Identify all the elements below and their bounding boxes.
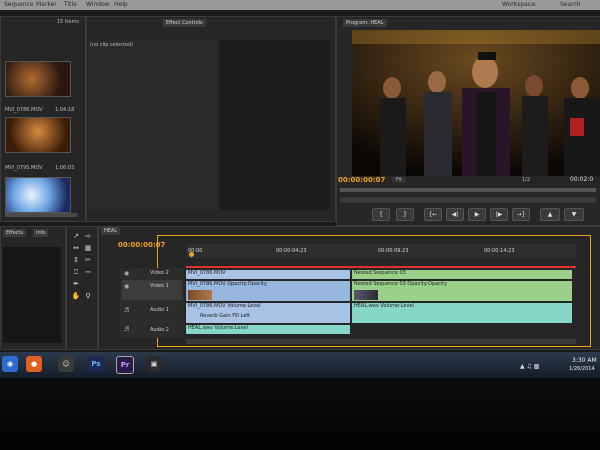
hand-tool-icon[interactable]: ✋ xyxy=(71,291,81,301)
tab-effects[interactable]: Effects xyxy=(3,229,26,237)
program-zoom-bar[interactable] xyxy=(340,197,596,203)
video-frame-image xyxy=(352,30,600,176)
track-label-video-2: Video 2 xyxy=(150,270,169,276)
track-label-audio-2: Audio 2 xyxy=(150,327,169,333)
ruler-tick: 00:00:04:23 xyxy=(276,248,307,254)
ripple-edit-tool-icon[interactable]: ↔ xyxy=(71,243,81,253)
playhead-marker[interactable] xyxy=(189,252,194,257)
play-button[interactable]: ▶ xyxy=(468,208,486,221)
clip-duration: 1:04:18 xyxy=(55,107,75,113)
eye-icon[interactable]: ◉ xyxy=(124,283,129,290)
tools-panel: ↗ ⇨ ↔ ▦ ↕ ✂ ⎕ ⎓ ✒ ✋ ⚲ xyxy=(66,226,98,350)
nested-sequence-clip-v2[interactable]: Nested Sequence 03 xyxy=(352,270,572,279)
effect-controls-timeline xyxy=(220,40,330,210)
start-button[interactable]: ◉ xyxy=(2,356,18,372)
resolution-dropdown[interactable]: 1/2 xyxy=(522,177,530,183)
rolling-edit-tool-icon[interactable]: ▦ xyxy=(83,243,93,253)
fit-dropdown[interactable]: Fit xyxy=(392,177,406,183)
firefox-icon[interactable]: ● xyxy=(26,356,42,372)
project-panel: 15 Items MVI_0786.MOV 1:04:18 MVI_0795.M… xyxy=(0,16,86,222)
slide-tool-icon[interactable]: ⎓ xyxy=(83,267,93,277)
step-back-button[interactable]: ◀| xyxy=(446,208,464,221)
tab-program[interactable]: Program: HEAL xyxy=(343,19,387,27)
tab-info[interactable]: Info xyxy=(33,229,49,237)
clip-thumbnail[interactable] xyxy=(5,177,71,213)
eye-icon[interactable]: ◉ xyxy=(124,270,129,277)
effects-panel: Effects Info xyxy=(0,226,66,350)
work-area-bar[interactable] xyxy=(186,266,576,268)
program-scrubber[interactable] xyxy=(340,188,596,192)
lift-button[interactable]: ▲ xyxy=(540,208,560,221)
search-label[interactable]: Search xyxy=(560,1,581,8)
menu-sequence[interactable]: Sequence xyxy=(4,1,34,8)
menu-bar: Sequence Marker Title Window Help Worksp… xyxy=(0,0,600,10)
clapper-icon[interactable]: ▣ xyxy=(146,356,162,372)
mark-out-button[interactable]: } xyxy=(396,208,414,221)
clip-thumbnail xyxy=(188,290,212,300)
effects-list xyxy=(3,247,61,343)
menu-help[interactable]: Help xyxy=(114,1,128,8)
ruler-tick: 00:00:09:23 xyxy=(378,248,409,254)
premiere-icon[interactable]: Pr xyxy=(116,356,134,374)
rate-stretch-tool-icon[interactable]: ↕ xyxy=(71,255,81,265)
extract-button[interactable]: ▼ xyxy=(564,208,584,221)
ruler-tick: 00:00:14:23 xyxy=(484,248,515,254)
nested-sequence-clip-v1[interactable]: Nested Sequence 03 Opacity:Opacity xyxy=(352,281,572,301)
timeline-timecode[interactable]: 00:00:00:07 xyxy=(118,241,165,249)
slip-tool-icon[interactable]: ⎕ xyxy=(71,267,81,277)
audio-effects-label: Reverb Gain Fill Left xyxy=(200,313,250,319)
clip-name: MVI_0786.MOV xyxy=(5,107,43,113)
pen-tool-icon[interactable]: ✒ xyxy=(71,279,81,289)
tab-sequence[interactable]: HEAL xyxy=(101,227,121,235)
app-mask-icon[interactable]: ☺ xyxy=(58,356,74,372)
project-scrollbar[interactable] xyxy=(5,213,77,217)
timeline-scrollbar[interactable] xyxy=(186,339,576,344)
go-to-out-button[interactable]: →} xyxy=(512,208,530,221)
selection-tool-icon[interactable]: ↗ xyxy=(71,231,81,241)
clock-date[interactable]: 1/26/2014 xyxy=(569,366,595,372)
step-forward-button[interactable]: |▶ xyxy=(490,208,508,221)
menu-marker[interactable]: Marker xyxy=(36,1,57,8)
go-to-in-button[interactable]: {← xyxy=(424,208,442,221)
workspace-label: Workspace: xyxy=(502,1,537,8)
program-duration: 00:02:0 xyxy=(570,176,594,183)
clock-time[interactable]: 3:30 AM xyxy=(572,357,597,364)
clip-name: MVI_0795.MOV xyxy=(5,165,43,171)
track-label-video-1: Video 1 xyxy=(150,283,169,289)
clip-duration: 1:06:03 xyxy=(55,165,75,171)
track-label-audio-1: Audio 1 xyxy=(150,307,169,313)
track-select-tool-icon[interactable]: ⇨ xyxy=(83,231,93,241)
razor-tool-icon[interactable]: ✂ xyxy=(83,255,93,265)
zoom-tool-icon[interactable]: ⚲ xyxy=(83,291,93,301)
audio-2-clip[interactable]: HEAL.wav Volume:Level xyxy=(186,325,350,334)
tab-effect-controls[interactable]: Effect Controls xyxy=(163,19,206,27)
clip-thumbnail xyxy=(354,290,378,300)
photoshop-icon[interactable]: Ps xyxy=(88,356,104,372)
program-timecode[interactable]: 00:00:00:07 xyxy=(338,176,385,184)
effect-controls-list: (no clip selected) xyxy=(88,40,218,210)
mark-in-button[interactable]: { xyxy=(372,208,390,221)
program-video-frame xyxy=(352,30,600,176)
project-item-count: 15 Items xyxy=(57,19,79,25)
menu-title[interactable]: Title xyxy=(64,1,77,8)
monitor-bezel xyxy=(0,378,600,450)
menu-window[interactable]: Window xyxy=(86,1,110,8)
speaker-icon[interactable]: ♬ xyxy=(124,307,129,314)
tray-icons[interactable]: ▲ ♫ ▩ xyxy=(520,363,539,370)
monitor-screen: Sequence Marker Title Window Help Worksp… xyxy=(0,0,600,378)
clip-thumbnail[interactable] xyxy=(5,117,71,153)
no-clip-label: (no clip selected) xyxy=(90,42,134,48)
audio-1-clip-heal[interactable]: HEAL.wav Volume:Level xyxy=(352,303,572,323)
video-2-clip[interactable]: MVI_0786.MOV xyxy=(186,270,350,279)
clip-thumbnail[interactable] xyxy=(5,61,71,97)
speaker-icon[interactable]: ♬ xyxy=(124,326,129,333)
